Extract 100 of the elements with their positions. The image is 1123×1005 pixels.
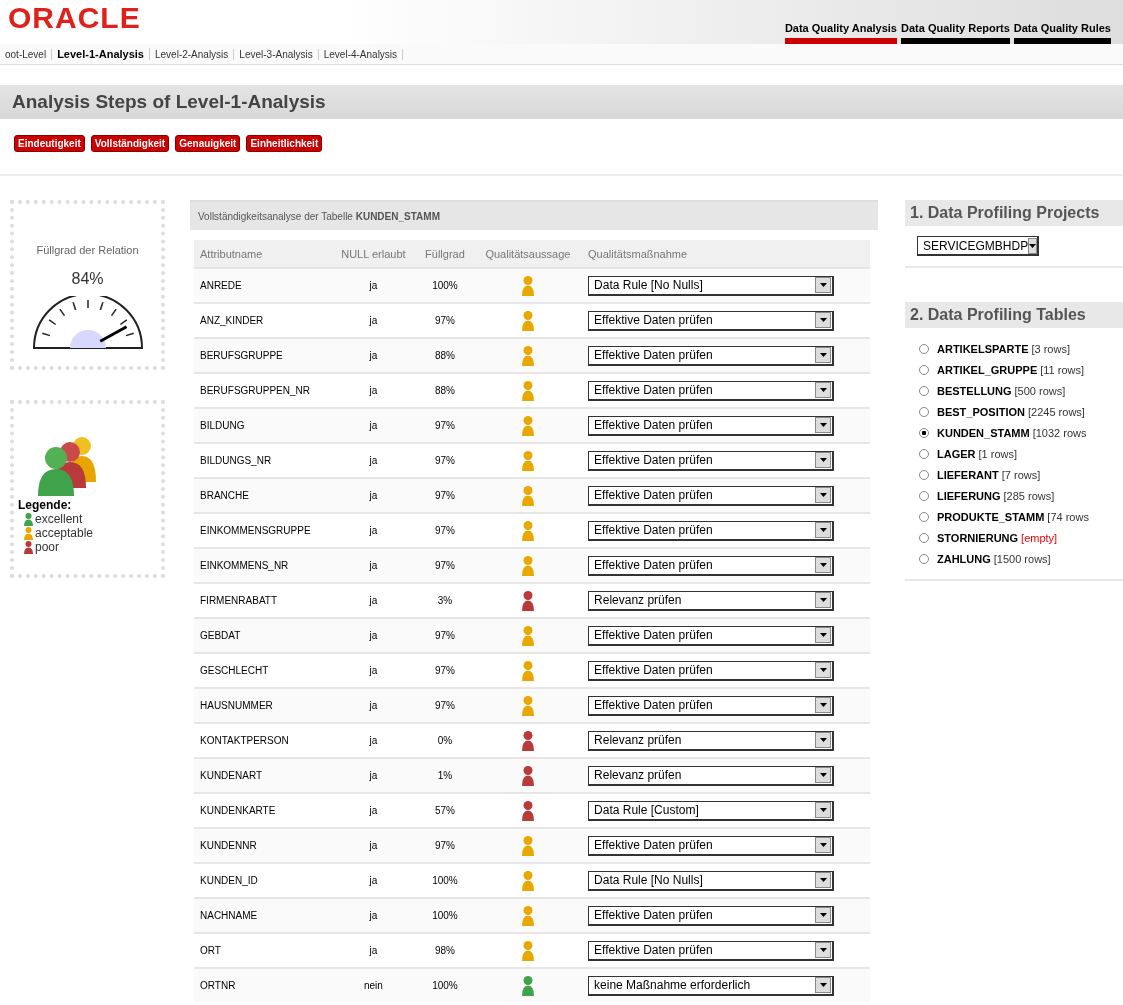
measure-dropdown[interactable]: Effektive Daten prüfen — [588, 450, 835, 471]
table-name: ZAHLUNG — [937, 552, 991, 565]
table-cell: 0% — [416, 723, 474, 758]
row-count: [2245 rows] — [1028, 405, 1085, 418]
measure-dropdown[interactable]: Effektive Daten prüfen — [588, 835, 835, 856]
table-cell: ja — [330, 793, 417, 828]
table-cell: BRANCHE — [194, 478, 331, 513]
table-cell: 97% — [416, 653, 474, 688]
measure-dropdown[interactable]: Effektive Daten prüfen — [588, 555, 835, 576]
measure-dropdown[interactable]: Effektive Daten prüfen — [588, 905, 835, 926]
table-cell: NACHNAME — [194, 898, 331, 933]
table-cell: 88% — [416, 338, 474, 373]
measure-dropdown[interactable]: Data Rule [Custom] — [588, 800, 835, 821]
table-cell: 97% — [416, 303, 474, 338]
table-cell: 100% — [416, 898, 474, 933]
measure-dropdown[interactable]: Relevanz prüfen — [588, 765, 835, 786]
breadcrumb-link[interactable]: Level-2-Analysis — [149, 48, 235, 60]
column-header: Qualitätsaussage — [473, 240, 583, 268]
table-cell: ja — [330, 898, 417, 933]
table-cell: EINKOMMENS_NR — [194, 548, 331, 583]
radio-button[interactable] — [919, 343, 929, 354]
breadcrumb-link[interactable]: oot-Level — [0, 48, 53, 60]
panel-title: 2. Data Profiling Tables — [910, 306, 1086, 324]
table-cell: BILDUNGS_NR — [194, 443, 331, 478]
row-count: [74 rows — [1047, 510, 1089, 523]
legend-label: poor — [35, 540, 60, 554]
project-dropdown[interactable]: SERVICEGMBHDP — [917, 236, 1039, 256]
step-button[interactable]: Einheitlichkeit — [246, 135, 323, 152]
table-cell: KUNDENKARTE — [194, 793, 331, 828]
table-cell: ja — [330, 373, 417, 408]
table-cell: ja — [330, 933, 417, 968]
radio-button[interactable] — [919, 364, 929, 375]
table-cell: 97% — [416, 828, 474, 863]
measure-dropdown[interactable]: keine Maßnahme erforderlich — [588, 975, 835, 996]
row-count: [1500 rows] — [993, 552, 1051, 565]
row-count: [285 rows] — [1003, 489, 1055, 502]
table-cell: ja — [330, 443, 417, 478]
step-button[interactable]: Eindeutigkeit — [14, 135, 85, 152]
table-cell: ja — [330, 863, 417, 898]
column-header: Füllgrad — [416, 240, 474, 268]
table-cell: 57% — [416, 793, 474, 828]
table-cell: GEBDAT — [194, 618, 331, 653]
radio-button[interactable] — [919, 406, 929, 417]
table-name: PRODUKTE_STAMM — [937, 510, 1045, 523]
measure-dropdown[interactable]: Effektive Daten prüfen — [588, 625, 835, 646]
table-cell: ja — [330, 303, 417, 338]
table-cell: HAUSNUMMER — [194, 688, 331, 723]
radio-button[interactable] — [919, 490, 929, 501]
table-cell: ja — [330, 758, 417, 793]
table-cell: ja — [330, 653, 417, 688]
measure-dropdown[interactable]: Effektive Daten prüfen — [588, 940, 835, 961]
radio-button[interactable] — [919, 511, 929, 522]
breadcrumb-link[interactable]: Level-3-Analysis — [234, 48, 319, 60]
measure-dropdown[interactable]: Effektive Daten prüfen — [588, 415, 835, 436]
table-cell: 3% — [416, 583, 474, 618]
radio-button[interactable] — [919, 385, 929, 396]
table-cell: ANZ_KINDER — [194, 303, 331, 338]
measure-dropdown[interactable]: Effektive Daten prüfen — [588, 660, 835, 681]
measure-dropdown[interactable]: Relevanz prüfen — [588, 730, 835, 751]
table-cell: 100% — [416, 968, 474, 1002]
table-name: LIEFERUNG — [937, 489, 1001, 502]
legend-title: Legende: — [18, 498, 72, 512]
measure-dropdown[interactable]: Data Rule [No Nulls] — [588, 275, 835, 296]
row-count: [11 rows] — [1040, 363, 1085, 376]
column-header: NULL erlaubt — [330, 240, 417, 268]
measure-dropdown[interactable]: Effektive Daten prüfen — [588, 520, 835, 541]
table-name: LIEFERANT — [937, 468, 999, 481]
measure-dropdown[interactable]: Effektive Daten prüfen — [588, 310, 835, 331]
table-cell: 97% — [416, 478, 474, 513]
gauge-value: 84% — [71, 270, 104, 288]
table-cell: BERUFSGRUPPEN_NR — [194, 373, 331, 408]
row-count: [1032 rows — [1032, 426, 1087, 439]
table-cell: ja — [330, 478, 417, 513]
step-button[interactable]: Genauigkeit — [175, 135, 241, 152]
table-cell: 97% — [416, 688, 474, 723]
table-cell: 97% — [416, 408, 474, 443]
radio-button[interactable] — [919, 469, 929, 480]
table-cell: nein — [330, 968, 417, 1002]
step-button[interactable]: Vollständigkeit — [90, 135, 170, 152]
table-title: Vollständigkeitsanalyse der Tabelle KUNDEN_STAMM — [198, 210, 440, 222]
radio-button[interactable] — [919, 532, 929, 543]
radio-button[interactable] — [919, 448, 929, 459]
radio-button[interactable] — [919, 427, 929, 438]
measure-dropdown[interactable]: Effektive Daten prüfen — [588, 695, 835, 716]
table-cell: KUNDENART — [194, 758, 331, 793]
radio-button[interactable] — [919, 553, 929, 564]
table-cell: ja — [330, 688, 417, 723]
table-cell: 97% — [416, 443, 474, 478]
table-cell: ja — [330, 828, 417, 863]
measure-dropdown[interactable]: Effektive Daten prüfen — [588, 485, 835, 506]
breadcrumb-link[interactable]: Level-1-Analysis — [52, 48, 150, 60]
table-cell: ja — [330, 548, 417, 583]
oracle-logo: ORACLE — [8, 3, 141, 33]
measure-dropdown[interactable]: Effektive Daten prüfen — [588, 380, 835, 401]
measure-dropdown[interactable]: Relevanz prüfen — [588, 590, 835, 611]
breadcrumb-link[interactable]: Level-4-Analysis — [318, 48, 404, 60]
measure-dropdown[interactable]: Effektive Daten prüfen — [588, 345, 835, 366]
table-cell: 97% — [416, 618, 474, 653]
legend-label: acceptable — [35, 526, 94, 540]
measure-dropdown[interactable]: Data Rule [No Nulls] — [588, 870, 835, 891]
